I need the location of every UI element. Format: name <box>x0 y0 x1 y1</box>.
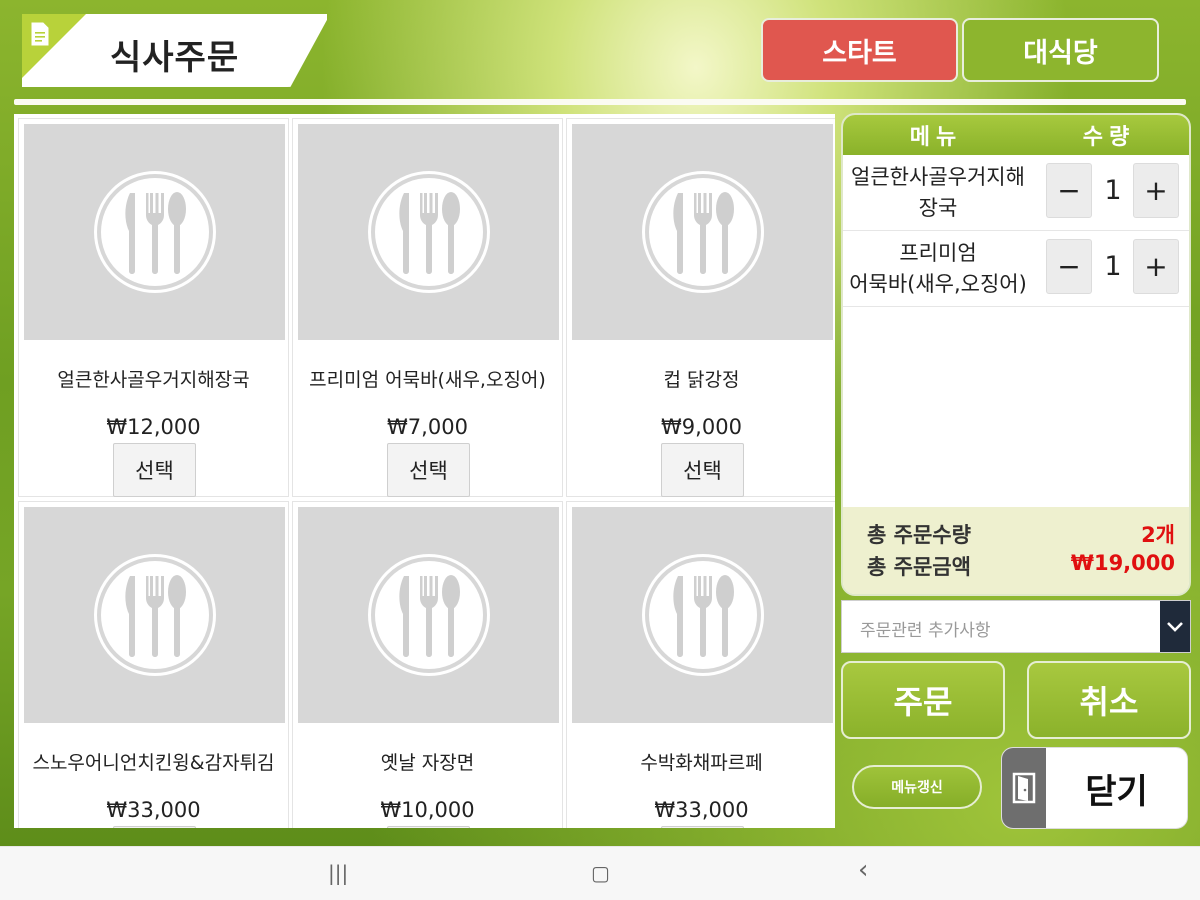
hall-button[interactable]: 대식당 <box>962 18 1159 82</box>
order-item-name-line2: 장국 <box>918 196 958 220</box>
order-row: 얼큰한사골우거지해 장국 − 1 + <box>843 155 1189 231</box>
order-item-name-line2: 어묵바(새우,오징어) <box>849 272 1027 296</box>
cutlery-icon <box>124 575 186 657</box>
menu-item-name: 수박화채파르페 <box>640 752 763 774</box>
menu-image-placeholder <box>24 507 285 723</box>
menu-item-name: 옛날 자장면 <box>380 752 475 774</box>
refresh-menu-button[interactable]: 메뉴갱신 <box>852 765 982 809</box>
app-screen: 식사주문 스타트 대식당 얼큰한사골우거지해장국 ₩12,000 선택 프리미엄… <box>0 0 1200 846</box>
total-amount-value: ₩19,000 <box>1070 551 1175 575</box>
column-header-menu: 메뉴 <box>909 125 963 150</box>
menu-grid: 얼큰한사골우거지해장국 ₩12,000 선택 프리미엄 어묵바(새우,오징어) … <box>14 114 835 828</box>
menu-card[interactable]: 프리미엄 어묵바(새우,오징어) ₩7,000 선택 <box>292 118 563 497</box>
home-icon[interactable]: ▢ <box>591 861 610 885</box>
menu-item-name: 얼큰한사골우거지해장국 <box>57 369 250 391</box>
select-button[interactable]: 선택 <box>661 443 744 497</box>
menu-card[interactable]: 스노우어니언치킨윙&감자튀김 ₩33,000 선택 <box>18 501 289 828</box>
menu-card[interactable]: 수박화채파르페 ₩33,000 선택 <box>566 501 835 828</box>
menu-item-name: 스노우어니언치킨윙&감자튀김 <box>32 752 275 774</box>
close-button-label: 닫기 <box>1085 771 1148 812</box>
order-button[interactable]: 주문 <box>841 661 1005 739</box>
system-nav-bar: ||| ▢ ‹ <box>0 846 1200 900</box>
order-row: 프리미엄 어묵바(새우,오징어) − 1 + <box>843 231 1189 307</box>
order-item-qty: 1 <box>1104 251 1122 282</box>
menu-item-price: ₩33,000 <box>654 798 749 822</box>
order-item-name-line1: 프리미엄 <box>899 241 977 265</box>
header-divider <box>14 99 1186 105</box>
cutlery-icon <box>398 575 460 657</box>
document-icon <box>31 22 49 46</box>
menu-item-price: ₩10,000 <box>380 798 475 822</box>
menu-image-placeholder <box>298 124 559 340</box>
title-tab: 식사주문 <box>22 14 327 87</box>
select-button[interactable]: 선택 <box>387 826 470 828</box>
start-button[interactable]: 스타트 <box>761 18 958 82</box>
total-qty-value: 2개 <box>1141 523 1175 547</box>
total-qty-label: 총 주문수량 <box>867 523 971 547</box>
menu-image-placeholder <box>572 124 833 340</box>
recent-apps-icon[interactable]: ||| <box>328 861 348 885</box>
close-button[interactable]: 닫기 <box>1001 747 1188 829</box>
menu-card[interactable]: 옛날 자장면 ₩10,000 선택 <box>292 501 563 828</box>
cutlery-icon <box>672 575 734 657</box>
select-button[interactable]: 선택 <box>387 443 470 497</box>
order-panel: 메뉴 수량 얼큰한사골우거지해 장국 − 1 + 프리미엄 어묵바(새우,오징어… <box>841 113 1191 596</box>
decrease-qty-button[interactable]: − <box>1046 163 1092 218</box>
menu-item-name: 프리미엄 어묵바(새우,오징어) <box>309 369 546 391</box>
page-title: 식사주문 <box>110 38 240 78</box>
cutlery-icon <box>124 192 186 274</box>
back-icon[interactable]: ‹ <box>858 855 868 885</box>
menu-item-price: ₩33,000 <box>106 798 201 822</box>
order-note-select[interactable]: 주문관련 추가사항 <box>841 600 1191 653</box>
chevron-down-icon[interactable] <box>1160 601 1190 652</box>
order-table-header: 메뉴 수량 <box>843 115 1189 155</box>
order-item-qty: 1 <box>1104 175 1122 206</box>
menu-card[interactable]: 컵 닭강정 ₩9,000 선택 <box>566 118 835 497</box>
cutlery-icon <box>398 192 460 274</box>
select-button[interactable]: 선택 <box>661 826 744 828</box>
menu-item-price: ₩9,000 <box>661 415 742 439</box>
order-item-name: 얼큰한사골우거지해 장국 <box>843 161 1033 225</box>
menu-item-price: ₩12,000 <box>106 415 201 439</box>
order-item-name-line1: 얼큰한사골우거지해 <box>851 165 1025 189</box>
door-exit-icon <box>1002 748 1046 828</box>
order-note-placeholder: 주문관련 추가사항 <box>860 621 991 641</box>
decrease-qty-button[interactable]: − <box>1046 239 1092 294</box>
cutlery-icon <box>672 192 734 274</box>
menu-card[interactable]: 얼큰한사골우거지해장국 ₩12,000 선택 <box>18 118 289 497</box>
total-amount-label: 총 주문금액 <box>867 555 971 579</box>
menu-image-placeholder <box>24 124 285 340</box>
order-totals: 총 주문수량 2개 총 주문금액 ₩19,000 <box>843 507 1189 594</box>
order-item-name: 프리미엄 어묵바(새우,오징어) <box>843 237 1033 301</box>
select-button[interactable]: 선택 <box>113 443 196 497</box>
column-header-qty: 수량 <box>1082 125 1136 150</box>
menu-item-name: 컵 닭강정 <box>663 369 740 391</box>
menu-image-placeholder <box>572 507 833 723</box>
menu-image-placeholder <box>298 507 559 723</box>
select-button[interactable]: 선택 <box>113 826 196 828</box>
increase-qty-button[interactable]: + <box>1133 163 1179 218</box>
menu-item-price: ₩7,000 <box>387 415 468 439</box>
increase-qty-button[interactable]: + <box>1133 239 1179 294</box>
cancel-button[interactable]: 취소 <box>1027 661 1191 739</box>
